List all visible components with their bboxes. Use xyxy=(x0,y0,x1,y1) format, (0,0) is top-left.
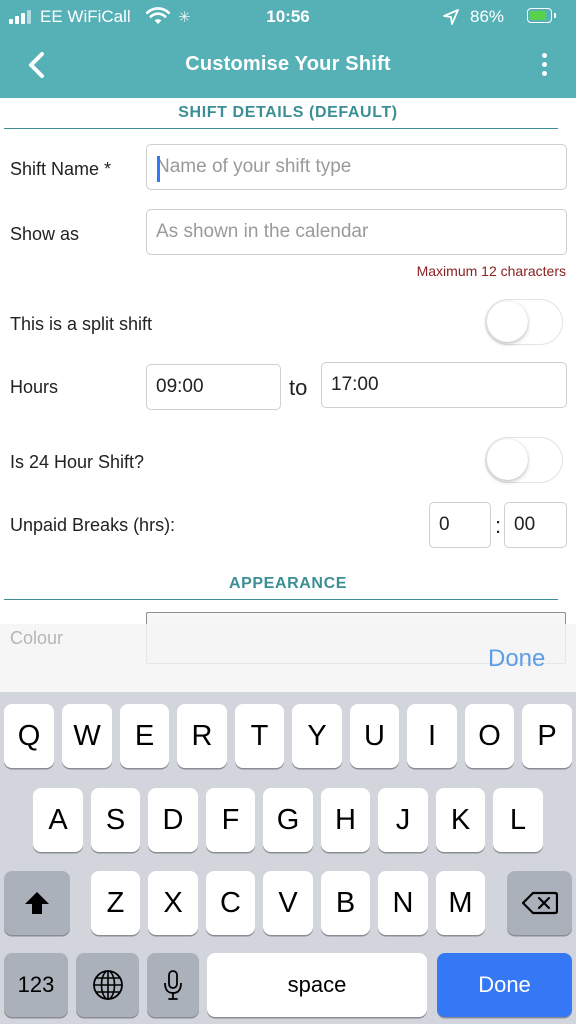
key-c[interactable]: C xyxy=(206,871,255,935)
app-header: EE WiFiCall ✳ 10:56 86% Customise Your S… xyxy=(0,0,576,98)
show-as-hint: Maximum 12 characters xyxy=(416,263,566,279)
key-p[interactable]: P xyxy=(522,704,572,768)
more-vertical-icon[interactable] xyxy=(532,51,558,79)
page-title: Customise Your Shift xyxy=(185,53,391,75)
key-f[interactable]: F xyxy=(206,788,255,852)
globe-icon xyxy=(92,970,123,1000)
end-time-input[interactable] xyxy=(321,362,567,408)
hour24-label: Is 24 Hour Shift? xyxy=(10,452,145,472)
shift-name-input[interactable] xyxy=(146,144,567,190)
key-y[interactable]: Y xyxy=(292,704,342,768)
key-b[interactable]: B xyxy=(321,871,370,935)
backspace-icon xyxy=(521,891,558,915)
key-n[interactable]: N xyxy=(378,871,428,935)
accessory-done-button[interactable]: Done xyxy=(488,645,545,673)
section-title-shift-details: SHIFT DETAILS (DEFAULT) xyxy=(178,104,398,121)
on-screen-keyboard: Q W E R T Y U I O P A S D F G H J K L Z … xyxy=(0,692,576,1024)
key-k[interactable]: K xyxy=(436,788,485,852)
key-a[interactable]: A xyxy=(33,788,83,852)
break-separator: : xyxy=(495,513,502,538)
key-o[interactable]: O xyxy=(465,704,514,768)
colour-label: Colour xyxy=(10,628,64,648)
shift-key[interactable] xyxy=(4,871,70,935)
microphone-icon xyxy=(164,970,182,1000)
split-shift-label: This is a split shift xyxy=(10,314,153,334)
key-t[interactable]: T xyxy=(235,704,284,768)
shift-arrow-icon xyxy=(25,892,49,914)
key-l[interactable]: L xyxy=(493,788,543,852)
space-key[interactable]: space xyxy=(207,953,427,1017)
hour24-toggle[interactable] xyxy=(485,437,563,483)
show-as-label: Show as xyxy=(10,224,80,244)
section-divider xyxy=(4,128,558,129)
key-s[interactable]: S xyxy=(91,788,140,852)
toggle-knob xyxy=(487,439,528,480)
key-z[interactable]: Z xyxy=(91,871,140,935)
show-as-input[interactable] xyxy=(146,209,567,255)
dictation-key[interactable] xyxy=(147,953,199,1017)
split-shift-toggle[interactable] xyxy=(485,299,563,345)
keyboard-done-key[interactable]: Done xyxy=(437,953,572,1017)
key-q[interactable]: Q xyxy=(4,704,54,768)
key-g[interactable]: G xyxy=(263,788,313,852)
key-r[interactable]: R xyxy=(177,704,227,768)
break-hours-input[interactable] xyxy=(429,502,491,548)
section-divider xyxy=(4,599,558,600)
battery-percent: 86% xyxy=(470,7,505,26)
text-caret xyxy=(157,156,160,182)
section-title-appearance: APPEARANCE xyxy=(228,575,347,592)
key-m[interactable]: M xyxy=(436,871,485,935)
key-j[interactable]: J xyxy=(378,788,428,852)
battery-level xyxy=(530,11,546,20)
battery-icon xyxy=(527,8,552,23)
unpaid-breaks-label: Unpaid Breaks (hrs): xyxy=(10,515,176,535)
battery-tip xyxy=(554,13,556,18)
key-d[interactable]: D xyxy=(148,788,198,852)
key-w[interactable]: W xyxy=(62,704,112,768)
toggle-knob xyxy=(487,301,528,342)
numbers-key[interactable]: 123 xyxy=(4,953,68,1017)
location-arrow-icon xyxy=(443,9,459,25)
key-u[interactable]: U xyxy=(350,704,399,768)
globe-key[interactable] xyxy=(76,953,139,1017)
break-minutes-input[interactable] xyxy=(504,502,567,548)
status-bar: EE WiFiCall ✳ 10:56 86% xyxy=(0,0,576,34)
key-x[interactable]: X xyxy=(148,871,198,935)
key-i[interactable]: I xyxy=(407,704,457,768)
hours-label: Hours xyxy=(10,377,59,397)
key-e[interactable]: E xyxy=(120,704,169,768)
key-v[interactable]: V xyxy=(263,871,313,935)
start-time-input[interactable] xyxy=(146,364,281,410)
backspace-key[interactable] xyxy=(507,871,572,935)
shift-name-label: Shift Name * xyxy=(10,159,112,179)
key-h[interactable]: H xyxy=(321,788,370,852)
hours-separator: to xyxy=(289,375,308,400)
